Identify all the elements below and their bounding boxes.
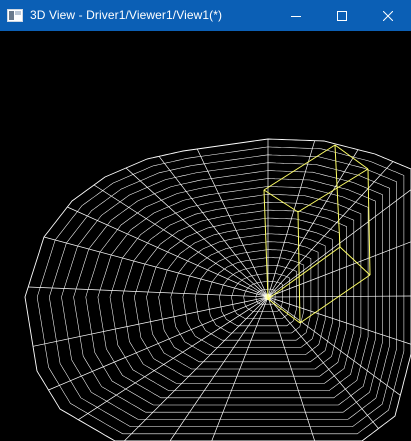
box-edge (299, 274, 371, 324)
box-edge (263, 144, 336, 191)
maximize-button[interactable] (319, 0, 365, 31)
disk-ring (134, 209, 347, 377)
disk-ring (24, 138, 411, 441)
disk-spoke (67, 206, 269, 298)
close-icon (383, 10, 393, 21)
disk-spoke (93, 184, 269, 298)
disk-spoke (267, 161, 394, 298)
disk-spoke (267, 296, 379, 429)
box-edge (263, 189, 299, 213)
disk-ring (61, 162, 390, 420)
box-edge (334, 144, 369, 170)
disk-spoke (78, 296, 269, 420)
viewer-window: 3D View - Driver1/Viewer1/View1(*) (0, 0, 411, 441)
app-window-icon (7, 9, 23, 22)
disk-spoke (158, 156, 269, 298)
maximize-icon (337, 10, 347, 21)
disk-ring (85, 178, 376, 406)
window-title: 3D View - Driver1/Viewer1/View1(*) (30, 8, 223, 22)
box-edge (297, 168, 369, 213)
box-edge (339, 246, 371, 276)
box-edge (263, 189, 269, 300)
disk-ring (109, 194, 362, 391)
disk-ring (146, 217, 340, 370)
wireframe-disk (24, 138, 411, 441)
disk-spoke (43, 236, 269, 298)
minimize-icon (291, 15, 301, 17)
title-bar[interactable]: 3D View - Driver1/Viewer1/View1(*) (0, 0, 411, 31)
disk-spoke (267, 149, 359, 298)
disk-spoke (32, 296, 269, 347)
disk-ring (121, 201, 355, 384)
disk-spoke (267, 296, 401, 396)
minimize-button[interactable] (273, 0, 319, 31)
disk-spoke (28, 286, 269, 298)
disk-spoke (267, 140, 316, 298)
3d-viewport[interactable] (0, 31, 411, 441)
scene-canvas[interactable] (0, 31, 411, 441)
close-button[interactable] (365, 0, 411, 31)
